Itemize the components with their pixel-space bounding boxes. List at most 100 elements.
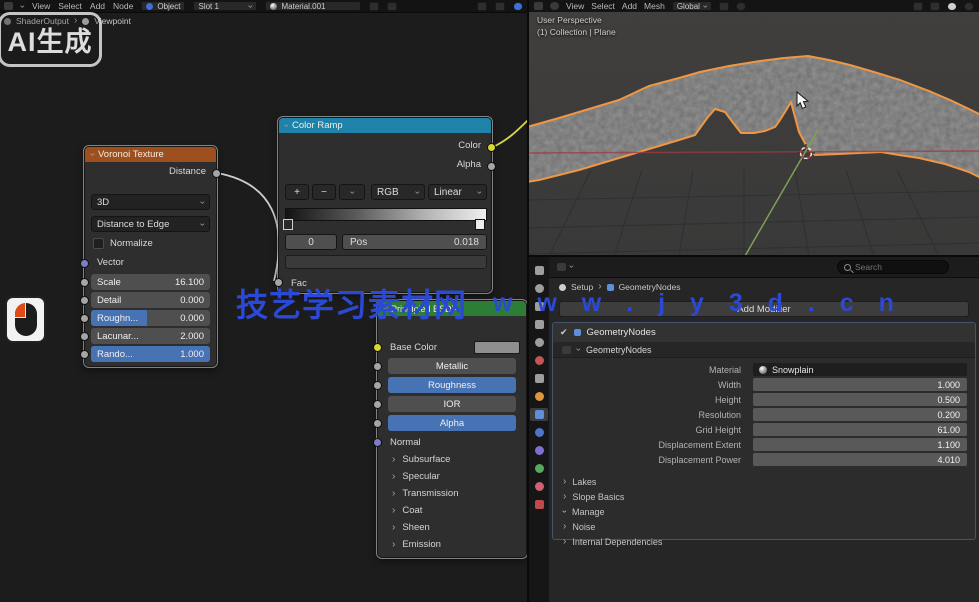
normal-socket[interactable] (373, 438, 382, 447)
distance-output-socket[interactable] (212, 169, 221, 178)
tab-object-data[interactable] (530, 462, 548, 475)
resolution-slider[interactable]: 0.200 (753, 408, 967, 421)
principled-bsdf-node[interactable]: › Principled BSDF Base Color Metallic Ro… (377, 300, 527, 558)
orientation-dropdown[interactable]: Global› (672, 1, 712, 11)
principled-node-header[interactable]: › Principled BSDF (378, 301, 526, 316)
roughness-slider[interactable]: Roughn...0.000 (91, 310, 210, 326)
tab-material[interactable] (530, 480, 548, 493)
displacement-power-slider[interactable]: 4.010 (753, 453, 967, 466)
section-emission[interactable]: ›Emission (392, 539, 441, 550)
stop-index-field[interactable]: 0 (285, 234, 337, 250)
add-modifier-button[interactable]: Add Modifier (559, 301, 969, 317)
section-sheen[interactable]: ›Sheen (392, 522, 430, 533)
dimensions-dropdown[interactable]: 3D› (91, 194, 210, 210)
ior-slider[interactable]: IOR (388, 396, 516, 412)
section-transmission[interactable]: ›Transmission (392, 488, 458, 499)
vp-menu-view[interactable]: View (566, 1, 584, 11)
interpolation-dropdown[interactable]: Linear› (428, 184, 487, 200)
section-manage[interactable]: ›Manage (563, 504, 965, 519)
voronoi-node-header[interactable]: › Voronoi Texture (85, 147, 216, 162)
scale-input-socket[interactable] (80, 278, 89, 287)
tab-render[interactable] (530, 282, 548, 295)
xray-toggle[interactable] (930, 2, 940, 11)
editor-divider-horizontal[interactable] (529, 255, 979, 257)
collapse-chevron-icon[interactable]: › (282, 124, 291, 127)
roughness-input-socket[interactable] (80, 314, 89, 323)
shading-solid-toggle[interactable] (947, 2, 957, 11)
vector-input-socket[interactable] (80, 259, 89, 268)
tab-tool[interactable] (530, 264, 548, 277)
tab-output[interactable] (530, 300, 548, 313)
breadcrumb-modifier[interactable]: GeometryNodes (619, 282, 681, 292)
color-mode-dropdown[interactable]: RGB› (371, 184, 425, 200)
fac-input-socket[interactable] (274, 278, 283, 287)
ior-socket[interactable] (373, 400, 382, 409)
material-select[interactable]: Snowplain (753, 363, 967, 376)
section-specular[interactable]: ›Specular (392, 471, 440, 482)
modifier-name[interactable]: GeometryNodes (587, 327, 656, 338)
collapse-chevron-icon[interactable]: › (88, 153, 97, 156)
editor-type-icon[interactable] (534, 2, 543, 10)
base-color-socket[interactable] (373, 343, 382, 352)
snap-magnet-toggle[interactable] (719, 2, 729, 11)
add-stop-button[interactable]: + (285, 184, 309, 200)
tab-particles[interactable] (530, 426, 548, 439)
metallic-socket[interactable] (373, 362, 382, 371)
lacunarity-input-socket[interactable] (80, 332, 89, 341)
randomness-input-socket[interactable] (80, 350, 89, 359)
tab-physics[interactable] (530, 444, 548, 457)
tab-scene[interactable] (530, 336, 548, 349)
shading-rendered-toggle[interactable] (964, 2, 974, 11)
editor-divider-vertical[interactable] (527, 0, 529, 602)
lacunarity-slider[interactable]: Lacunar...2.000 (91, 328, 210, 344)
feature-dropdown[interactable]: Distance to Edge› (91, 216, 210, 232)
ramp-options-dropdown[interactable]: › (339, 184, 365, 200)
color-ramp-node-header[interactable]: › Color Ramp (279, 118, 491, 133)
roughness-slider[interactable]: Roughness (388, 377, 516, 393)
breadcrumb-object[interactable]: Setup (571, 282, 593, 292)
search-box[interactable] (837, 260, 949, 274)
stop-color-swatch[interactable] (285, 255, 487, 269)
grid-height-slider[interactable]: 61.00 (753, 423, 967, 436)
height-slider[interactable]: 0.500 (753, 393, 967, 406)
ramp-handle-left[interactable] (283, 219, 293, 230)
section-slope-basics[interactable]: ›Slope Basics (563, 489, 965, 504)
collapse-chevron-icon[interactable]: › (381, 307, 390, 310)
base-color-swatch[interactable] (474, 341, 520, 354)
vp-menu-select[interactable]: Select (591, 1, 615, 11)
section-lakes[interactable]: ›Lakes (563, 474, 965, 489)
remove-stop-button[interactable]: − (312, 184, 336, 200)
vp-menu-add[interactable]: Add (622, 1, 637, 11)
voronoi-texture-node[interactable]: › Voronoi Texture Distance 3D› Distance … (84, 146, 217, 367)
tab-world[interactable] (530, 354, 548, 367)
modifier-enable-checkbox[interactable]: ✔ (560, 327, 568, 338)
tab-texture[interactable] (530, 498, 548, 511)
section-coat[interactable]: ›Coat (392, 505, 422, 516)
color-output-socket[interactable] (487, 143, 496, 152)
proportional-edit-toggle[interactable] (736, 2, 746, 11)
show-overlays-toggle[interactable] (913, 2, 923, 11)
alpha-output-socket[interactable] (487, 162, 496, 171)
search-input[interactable] (855, 262, 935, 272)
tab-view-layer[interactable] (530, 318, 548, 331)
color-ramp-gradient[interactable] (285, 208, 487, 221)
normalize-checkbox[interactable] (93, 238, 104, 249)
section-internal-dependencies[interactable]: ›Internal Dependencies (563, 534, 965, 549)
ramp-handle-right[interactable] (475, 219, 485, 230)
terrain-mesh[interactable] (529, 56, 979, 182)
tab-object[interactable] (530, 390, 548, 403)
detail-slider[interactable]: Detail0.000 (91, 292, 210, 308)
displacement-extent-slider[interactable]: 1.100 (753, 438, 967, 451)
color-ramp-node[interactable]: › Color Ramp Color Alpha + − › RGB› Line… (278, 117, 492, 293)
section-noise[interactable]: ›Noise (563, 519, 965, 534)
roughness-socket[interactable] (373, 381, 382, 390)
properties-editor-icon[interactable] (557, 263, 566, 271)
section-subsurface[interactable]: ›Subsurface (392, 454, 450, 465)
metallic-slider[interactable]: Metallic (388, 358, 516, 374)
position-slider[interactable]: Pos0.018 (342, 234, 487, 250)
modifier-panel-header[interactable]: ✔ GeometryNodes (553, 323, 975, 342)
width-slider[interactable]: 1.000 (753, 378, 967, 391)
viewport-3d[interactable]: View Select Add Mesh Global› User Perspe… (529, 0, 979, 256)
alpha-slider[interactable]: Alpha (388, 415, 516, 431)
tab-collection[interactable] (530, 372, 548, 385)
